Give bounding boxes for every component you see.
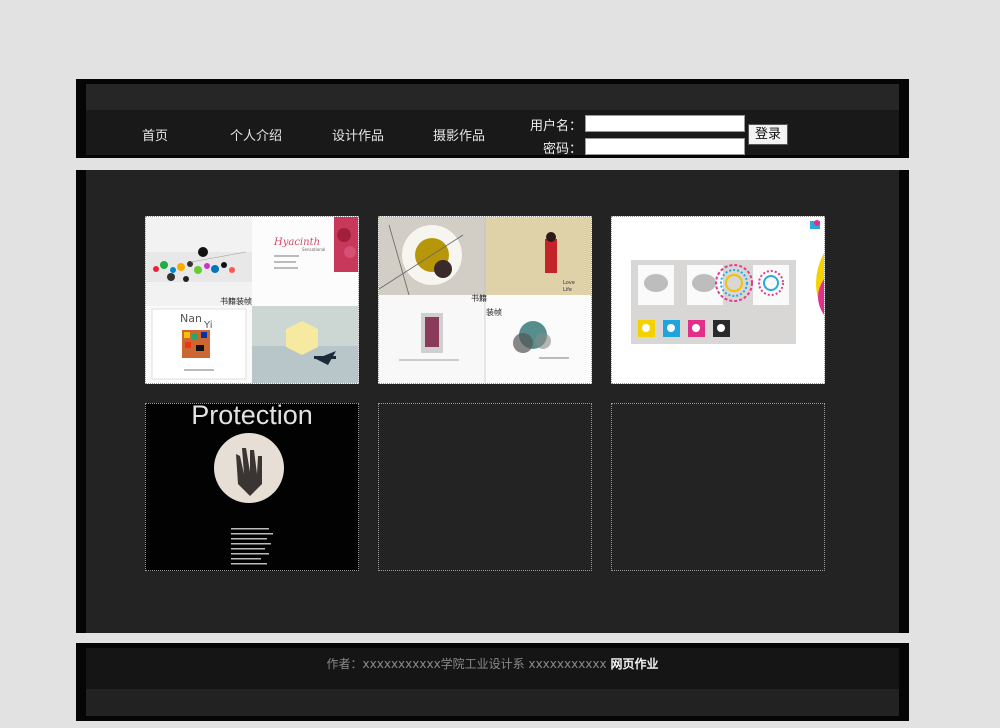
thumbnail-protection-poster bbox=[214, 433, 284, 565]
username-input[interactable] bbox=[585, 115, 745, 132]
header: 首页 个人介绍 设计作品 摄影作品 用户名： 密码： 登录 bbox=[76, 79, 909, 158]
gallery-tile-empty[interactable] bbox=[611, 403, 825, 571]
gallery-tile-protection-poster[interactable]: Protection bbox=[145, 403, 359, 571]
nav-item-photo-works[interactable]: 摄影作品 bbox=[433, 125, 485, 144]
footer-author-text: 作者：xxxxxxxxxxx学院工业设计系 xxxxxxxxxxx bbox=[326, 657, 607, 671]
footer-credits: 作者：xxxxxxxxxxx学院工业设计系 xxxxxxxxxxx 网页作业 bbox=[76, 655, 909, 672]
gallery-tile-identity-design[interactable] bbox=[611, 216, 825, 384]
gallery-tile-empty[interactable] bbox=[378, 403, 592, 571]
nav-item-home[interactable]: 首页 bbox=[142, 125, 168, 144]
password-input[interactable] bbox=[585, 138, 745, 155]
gallery-tile-book-binding-2[interactable]: 书籍 装帧 Love Life bbox=[378, 216, 592, 384]
content-area: Hyacinth Sensational 书籍装帧 Nan Yi 书籍 装帧 L… bbox=[76, 170, 909, 633]
gallery-tile-book-binding-1[interactable]: Hyacinth Sensational 书籍装帧 Nan Yi bbox=[145, 216, 359, 384]
password-label: 密码： bbox=[543, 142, 583, 157]
tile-side-text-1: Love bbox=[563, 280, 575, 286]
thumbnail-book-binding-1 bbox=[146, 217, 358, 383]
login-button[interactable]: 登录 bbox=[748, 124, 788, 145]
nav-item-about[interactable]: 个人介绍 bbox=[230, 125, 282, 144]
username-label: 用户名： bbox=[530, 119, 583, 134]
tile-subheading: Sensational bbox=[302, 247, 326, 252]
footer: 作者：xxxxxxxxxxx学院工业设计系 xxxxxxxxxxx 网页作业 bbox=[76, 643, 909, 721]
tile-caption-1: 书籍 bbox=[471, 294, 487, 303]
tile-name-line1: Nan bbox=[180, 312, 202, 325]
tile-caption-2: 装帧 bbox=[486, 308, 502, 317]
tile-caption: 书籍装帧 bbox=[220, 297, 252, 306]
thumbnail-identity-design bbox=[612, 217, 824, 383]
footer-highlight-text: 网页作业 bbox=[610, 657, 659, 671]
tile-side-text-2: Life bbox=[563, 287, 573, 293]
footer-bottom-band bbox=[86, 689, 899, 716]
nav-item-design-works[interactable]: 设计作品 bbox=[332, 125, 384, 144]
tile-name-line2: Yi bbox=[204, 320, 213, 331]
header-top-bar bbox=[86, 84, 899, 110]
